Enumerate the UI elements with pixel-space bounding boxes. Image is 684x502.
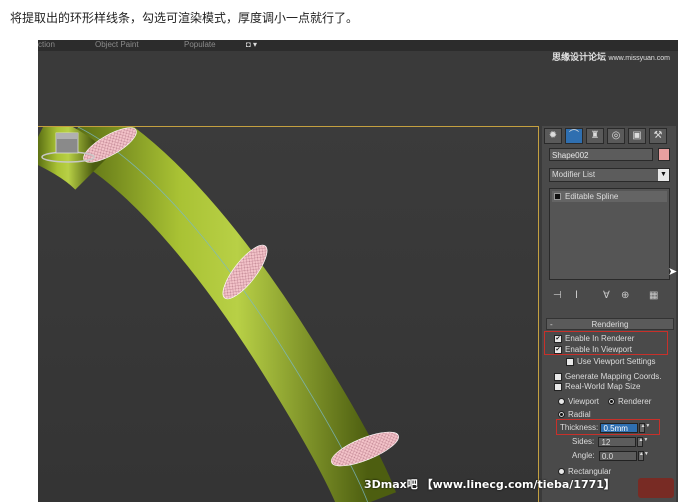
rendering-rollout-title: Rendering: [591, 320, 629, 329]
chevron-down-icon: ▼: [658, 169, 669, 181]
enable-in-viewport-row[interactable]: ✔ Enable In Viewport: [554, 344, 632, 355]
bottom-watermark: 3Dmax吧 【www.linecg.com/tieba/1771】: [364, 478, 615, 491]
perspective-viewport[interactable]: [38, 126, 539, 502]
radial-radio-label: Radial: [568, 410, 591, 419]
show-end-result-icon[interactable]: Ⅰ: [575, 290, 578, 301]
enable-in-renderer-label: Enable In Renderer: [565, 334, 635, 343]
caption-text: 将提取出的环形样线条，勾选可渲染模式，厚度调小一点就行了。: [10, 11, 359, 25]
use-viewport-settings-label: Use Viewport Settings: [577, 357, 656, 366]
modifier-list-dropdown[interactable]: Modifier List ▼: [549, 168, 670, 182]
sides-label: Sides:: [572, 437, 595, 446]
thickness-label: Thickness:: [560, 423, 599, 432]
use-viewport-settings-checkbox[interactable]: [566, 357, 574, 366]
command-panel-tabs: ✹ ⌒ ♜ ◎ ▣ ⚒: [544, 128, 674, 144]
forum-watermark-name: 思缘设计论坛: [552, 52, 607, 62]
motion-icon: ◎: [611, 130, 621, 141]
ribbon-tab-selection[interactable]: ction: [38, 40, 55, 49]
utilities-tab[interactable]: ⚒: [649, 128, 667, 144]
forum-watermark-url: www.missyuan.com: [608, 55, 670, 62]
object-color-swatch[interactable]: [658, 148, 670, 161]
enable-in-viewport-label: Enable In Viewport: [565, 345, 633, 354]
rectangular-radio-label: Rectangular: [568, 467, 612, 476]
viewport-scene: [38, 127, 399, 502]
enable-in-renderer-checkbox[interactable]: ✔: [554, 334, 562, 343]
3dsmax-screenshot: ction Object Paint Populate ◘ ▾ 思缘设计论坛 w…: [38, 40, 678, 502]
mouse-cursor-icon: ➤: [668, 266, 678, 278]
configure-sets-icon[interactable]: ▦: [649, 290, 658, 301]
thickness-spinner-arrows[interactable]: ▲▼: [639, 422, 650, 433]
display-icon: ▣: [632, 130, 642, 141]
motion-tab[interactable]: ◎: [607, 128, 625, 144]
use-viewport-settings-row[interactable]: Use Viewport Settings: [566, 356, 656, 367]
ribbon-tab-populate[interactable]: Populate: [184, 40, 216, 49]
modifier-list-label: Modifier List: [552, 170, 596, 179]
viewport-radio-label: Viewport: [568, 397, 599, 406]
renderer-radio-label: Renderer: [618, 397, 652, 406]
sides-spinner-arrows[interactable]: ▲▼: [637, 436, 648, 447]
generate-mapping-checkbox[interactable]: [554, 372, 562, 381]
ribbon-options-icon[interactable]: ◘ ▾: [246, 40, 257, 49]
command-panel: ✹ ⌒ ♜ ◎ ▣ ⚒ Shape002 Modifier List ▼ Edi…: [542, 126, 677, 502]
object-name-input[interactable]: Shape002: [549, 148, 653, 161]
watermark-stamp: [638, 478, 674, 498]
stack-item-label: Editable Spline: [565, 192, 619, 201]
thickness-input[interactable]: 0.5mm: [600, 422, 639, 433]
renderer-radio[interactable]: [608, 398, 615, 406]
utilities-hammer-icon: ⚒: [653, 130, 663, 141]
forum-watermark: 思缘设计论坛 www.missyuan.com: [552, 50, 670, 63]
real-world-map-label: Real-World Map Size: [565, 382, 641, 391]
angle-spinner-arrows[interactable]: ▲▼: [637, 450, 649, 461]
hierarchy-icon: ♜: [590, 130, 600, 141]
modify-tab[interactable]: ⌒: [565, 128, 583, 144]
viewcube-icon[interactable]: [38, 127, 98, 167]
stack-toolbar: ⊣ Ⅰ ∀ ⊕ ▦: [549, 290, 670, 304]
renderer-radio-row[interactable]: Renderer: [608, 396, 651, 407]
ribbon-tab-object-paint[interactable]: Object Paint: [95, 40, 139, 49]
viewport-radio[interactable]: [558, 398, 565, 406]
sides-input[interactable]: 12: [598, 436, 637, 447]
viewport-radio-row[interactable]: Viewport: [558, 396, 599, 407]
angle-row: Angle: 0.0 ▲▼: [572, 450, 649, 461]
enable-in-renderer-row[interactable]: ✔ Enable In Renderer: [554, 333, 634, 344]
stack-item-editable-spline[interactable]: Editable Spline: [552, 191, 667, 202]
real-world-map-checkbox[interactable]: [554, 382, 562, 391]
enable-in-viewport-checkbox[interactable]: ✔: [554, 345, 562, 354]
rendering-rollout-header[interactable]: - Rendering: [546, 318, 674, 330]
collapse-minus-icon: -: [550, 320, 553, 329]
angle-input[interactable]: 0.0: [598, 450, 637, 461]
create-tab[interactable]: ✹: [544, 128, 562, 144]
real-world-map-row[interactable]: Real-World Map Size: [554, 381, 640, 392]
remove-modifier-icon[interactable]: ⊕: [621, 290, 629, 301]
sun-icon: ✹: [548, 130, 558, 141]
extruded-spline-tube[interactable]: [63, 127, 396, 502]
make-unique-icon[interactable]: ∀: [603, 290, 610, 301]
rectangular-radio[interactable]: [558, 468, 565, 476]
expand-square-icon[interactable]: [554, 193, 561, 201]
generate-mapping-label: Generate Mapping Coords.: [565, 372, 662, 381]
modifier-stack[interactable]: Editable Spline ➤: [549, 188, 677, 280]
display-tab[interactable]: ▣: [628, 128, 646, 144]
sides-row: Sides: 12 ▲▼: [572, 436, 648, 447]
hierarchy-tab[interactable]: ♜: [586, 128, 604, 144]
modify-curve-icon: ⌒: [569, 130, 579, 141]
radial-radio[interactable]: [558, 411, 565, 419]
pin-stack-icon[interactable]: ⊣: [553, 290, 562, 301]
angle-label: Angle:: [572, 451, 595, 460]
thickness-row: Thickness: 0.5mm ▲▼: [560, 422, 650, 433]
